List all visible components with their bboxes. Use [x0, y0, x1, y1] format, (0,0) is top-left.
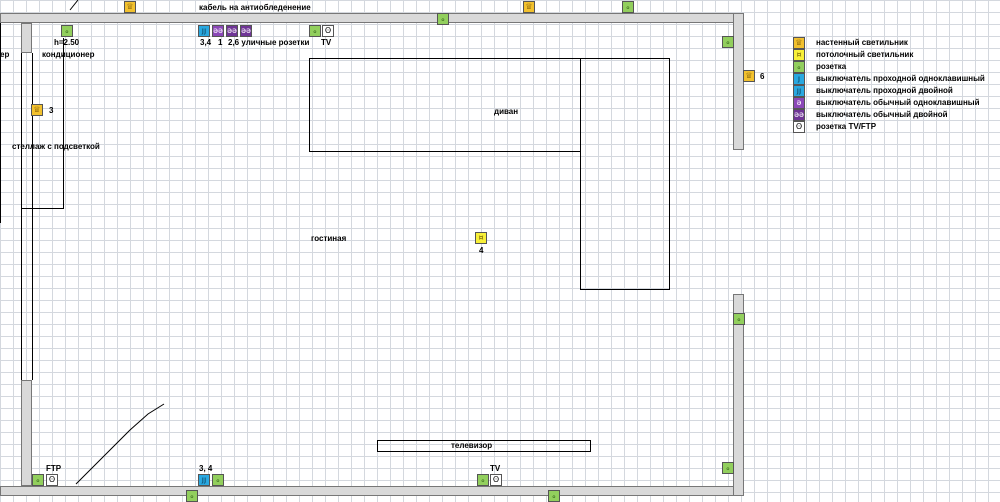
tv-socket-icon: ʘ: [322, 25, 334, 37]
shelf-lamp-icon: ♕: [31, 104, 43, 116]
legend-label: выключатель обычный одноклавишный: [816, 98, 980, 107]
ac-label: кондиционер: [42, 50, 95, 59]
left-cut-label: ер: [0, 50, 10, 59]
ceiling-lamp-icon: ¤: [475, 232, 487, 244]
height-label: h=2.50: [54, 38, 80, 47]
ftp-label: FTP: [46, 464, 62, 473]
top-diagonal: [69, 0, 79, 11]
legend-ceil-lamp-icon: ¤: [793, 49, 805, 61]
legend-socket-icon: ₒ: [793, 61, 805, 73]
bottom-corner-socket-icon: ₒ: [722, 462, 734, 474]
legend-sw1pass-icon: ȷ: [793, 73, 805, 85]
tv-top-label: TV: [321, 38, 332, 47]
switch-bottom-label: 3, 4: [199, 464, 213, 473]
tv-power-socket-icon: ₒ: [309, 25, 321, 37]
switch-pass-double-icon: ȷȷ: [198, 25, 210, 37]
ceiling-lamp-number: 4: [479, 246, 484, 255]
legend-label: розетка TV/FTP: [816, 122, 877, 131]
shelf-label: стеллаж с подсветкой: [12, 142, 100, 151]
legend-label: выключатель проходной двойной: [816, 86, 953, 95]
right-outdoor-lamp-icon: ♕: [743, 70, 755, 82]
ftp-power-socket-icon: ₒ: [32, 474, 44, 486]
shelf-lamp-number: 3: [49, 106, 54, 115]
ac-socket-icon: ₒ: [61, 25, 73, 37]
right-lamp-number: 6: [760, 72, 765, 81]
outdoor-socket-icon-2: ₒ: [622, 1, 634, 13]
door-arc: [75, 403, 165, 485]
outdoor-socket-icon-1: ₒ: [437, 13, 449, 25]
legend-tv-icon: ʘ: [793, 121, 805, 133]
tv-stand-label: телевизор: [451, 441, 493, 450]
switch-group-c-label: 2,6 уличные розетки: [228, 38, 310, 47]
switch-double-icon-2: әә: [240, 25, 252, 37]
bottom-outdoor-socket-icon-1: ₒ: [186, 490, 198, 502]
cable-label: кабель на антиобледенение: [199, 3, 311, 12]
legend-sw1-icon: ә: [793, 97, 805, 109]
switch-group-b-label: 1: [218, 38, 223, 47]
legend-label: выключатель проходной одноклавишный: [816, 74, 985, 83]
outdoor-lamp-icon-1: ♕: [124, 1, 136, 13]
bottom-outdoor-socket-icon-2: ₒ: [548, 490, 560, 502]
legend-sw2-icon: әә: [793, 109, 805, 121]
room-label: гостиная: [311, 234, 347, 243]
bottom-switch-pass-icon: ȷȷ: [198, 474, 210, 486]
ftp-socket-icon: ʘ: [46, 474, 58, 486]
legend-label: потолочный светильник: [816, 50, 914, 59]
legend-label: розетка: [816, 62, 847, 71]
legend-label: выключатель обычный двойной: [816, 110, 948, 119]
switch-double-icon-1: әә: [226, 25, 238, 37]
switch-single-icon: әә: [212, 25, 224, 37]
outdoor-lamp-icon-2: ♕: [523, 1, 535, 13]
legend-wall-lamp-icon: ♕: [793, 37, 805, 49]
right-wall-socket-icon: ₒ: [733, 313, 745, 325]
sofa-label: диван: [494, 107, 519, 116]
tv-bottom-socket-icon: ʘ: [490, 474, 502, 486]
tv-bottom-power-socket-icon: ₒ: [477, 474, 489, 486]
corner-socket-icon: ₒ: [722, 36, 734, 48]
legend-sw2pass-icon: ȷȷ: [793, 85, 805, 97]
legend-label: настенный светильник: [816, 38, 908, 47]
switch-group-a-label: 3,4: [200, 38, 212, 47]
tv-bottom-label: TV: [490, 464, 501, 473]
bottom-socket-icon: ₒ: [212, 474, 224, 486]
